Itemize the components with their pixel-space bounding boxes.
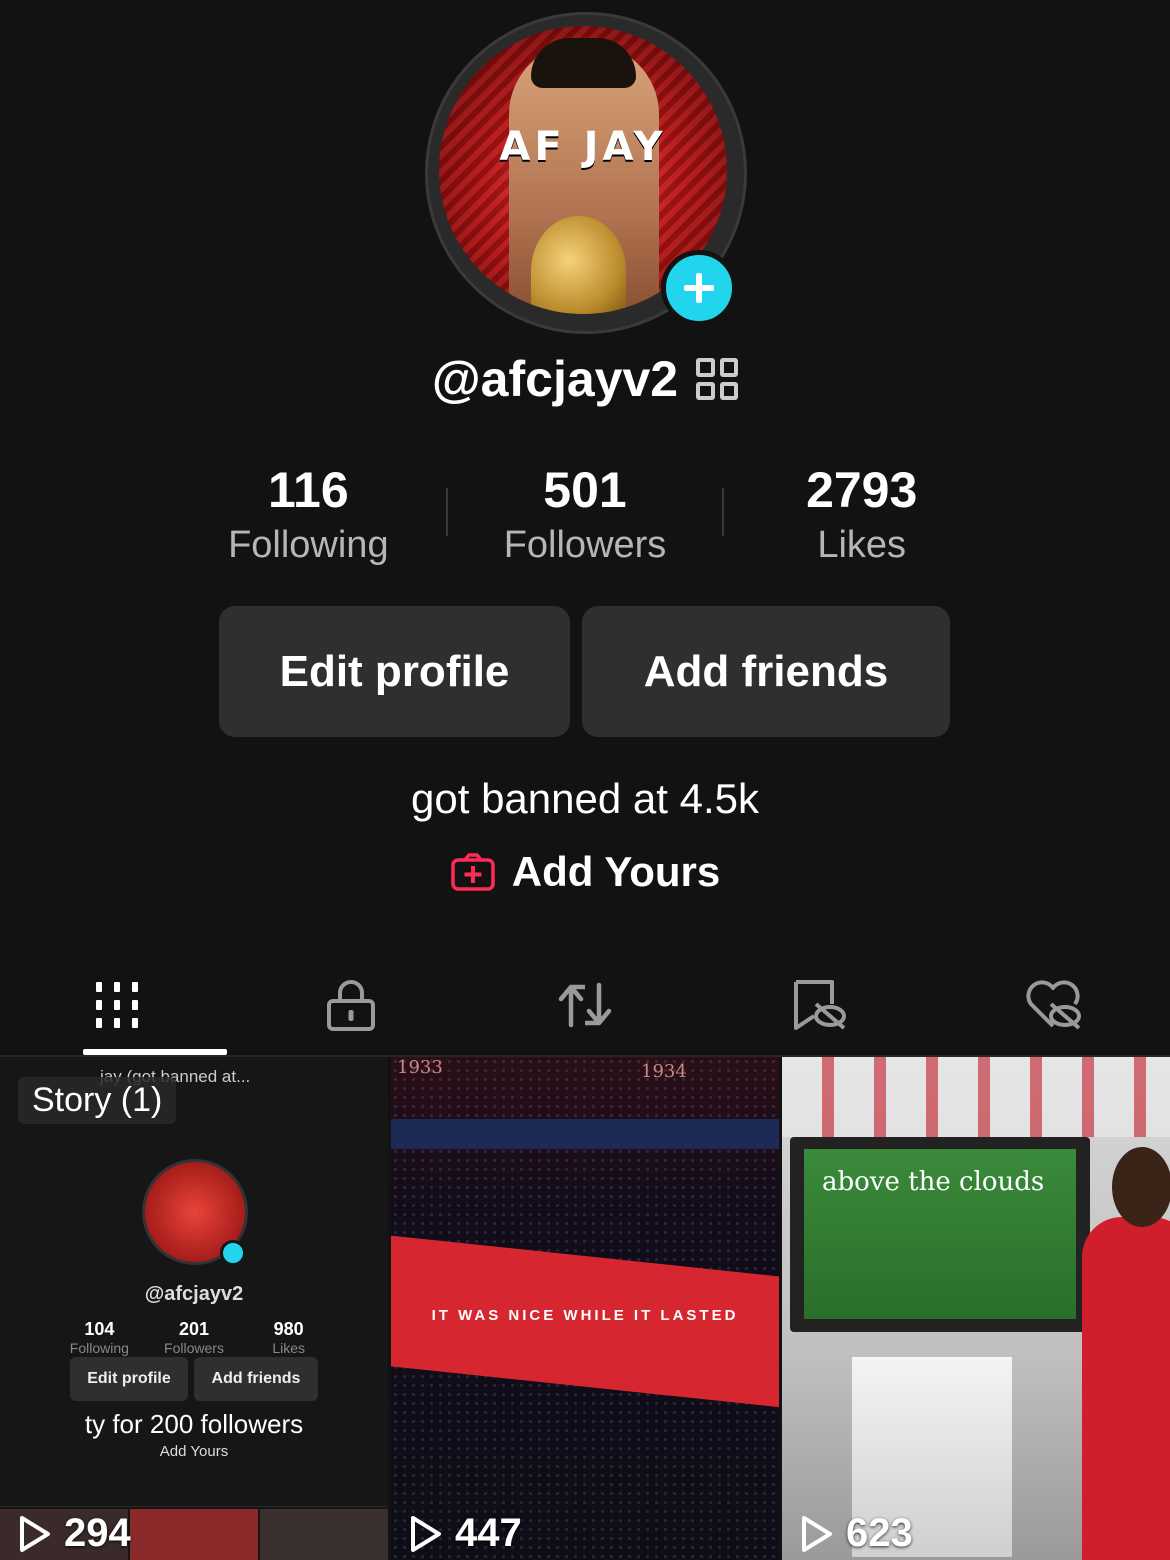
year-label: 1934 (641, 1061, 687, 1082)
mini-plus-badge (220, 1240, 246, 1266)
add-story-button[interactable] (661, 250, 737, 326)
stat-likes[interactable]: 2793 Likes (723, 462, 1000, 567)
view-count: 623 (800, 1511, 913, 1556)
following-count: 116 (268, 462, 349, 518)
username: @afcjayv2 (431, 351, 679, 407)
year-label: 1933 (397, 1057, 443, 1078)
profile-bio: got banned at 4.5k (411, 775, 759, 822)
mini-stat-value: 980 (273, 1319, 304, 1339)
tab-private[interactable] (234, 955, 468, 1055)
qr-code-icon[interactable] (696, 358, 739, 400)
followers-label: Followers (503, 524, 667, 566)
profile-avatar[interactable]: AF JAY (425, 12, 747, 334)
plus-icon (684, 273, 714, 303)
stat-followers[interactable]: 501 Followers (447, 462, 724, 567)
grid-icon (96, 982, 138, 1028)
liked-hidden-icon (1026, 980, 1081, 1030)
tab-liked[interactable] (936, 955, 1170, 1055)
profile-stats: 116 Following 501 Followers 2793 Likes (170, 462, 1000, 567)
view-count-value: 294 (64, 1511, 131, 1555)
tab-favorites[interactable] (702, 955, 936, 1055)
bookmark-hidden-icon (794, 980, 846, 1030)
likes-count: 2793 (806, 462, 918, 518)
tab-reposts[interactable] (468, 955, 702, 1055)
view-count: 447 (409, 1511, 522, 1556)
lock-icon (327, 980, 375, 1031)
add-yours-link[interactable]: Add Yours (0, 848, 1170, 896)
mini-stats: 104 Following 201 Followers 980 Likes (52, 1319, 336, 1356)
mini-edit-profile: Edit profile (70, 1357, 188, 1401)
video-thumbnail[interactable]: 1933 1934 IT WAS NICE WHILE IT LASTED 44… (391, 1057, 779, 1560)
player-head (1112, 1147, 1170, 1227)
stat-divider (446, 488, 448, 536)
mini-stat-label: Likes (272, 1340, 306, 1356)
video-overlay-text: above the clouds (822, 1167, 1045, 1197)
mini-stat-value: 104 (84, 1319, 115, 1339)
add-yours-label: Add Yours (511, 848, 721, 895)
following-label: Following (228, 524, 389, 566)
play-icon (411, 1515, 441, 1552)
player-figure (1082, 1217, 1170, 1560)
mini-add-friends: Add friends (194, 1357, 318, 1401)
mini-stat-label: Followers (164, 1340, 224, 1356)
edit-profile-button[interactable]: Edit profile (219, 606, 570, 737)
play-icon (20, 1515, 50, 1552)
video-thumbnail[interactable]: above the clouds 623 (782, 1057, 1170, 1560)
mini-username: @afcjayv2 (144, 1283, 244, 1305)
video-thumbnail[interactable]: jay (got banned at... Story (1) @afcjayv… (0, 1057, 388, 1560)
stat-divider (722, 488, 724, 536)
add-friends-button[interactable]: Add friends (582, 606, 950, 737)
repost-icon (558, 982, 612, 1028)
stat-following[interactable]: 116 Following (170, 462, 447, 567)
play-icon (802, 1515, 832, 1552)
add-yours-icon (451, 853, 495, 891)
sponsor-board (782, 1057, 1170, 1137)
followers-count: 501 (543, 462, 627, 518)
view-count-value: 623 (846, 1511, 913, 1555)
mini-stat-value: 201 (178, 1319, 210, 1339)
profile-tabs (0, 955, 1170, 1055)
mini-tabs (0, 1477, 388, 1507)
story-badge: Story (1) (18, 1077, 177, 1124)
video-grid: jay (got banned at... Story (1) @afcjayv… (0, 1057, 1170, 1560)
tab-videos[interactable] (0, 955, 234, 1055)
mini-bio: ty for 200 followers (84, 1409, 304, 1439)
mini-stat-label: Following (69, 1340, 129, 1356)
mini-add-yours: Add Yours (159, 1443, 229, 1460)
likes-label: Likes (817, 524, 907, 566)
username-row: @afcjayv2 (0, 350, 1170, 408)
view-count-value: 447 (455, 1511, 522, 1555)
video-overlay-text: IT WAS NICE WHILE IT LASTED (431, 1307, 739, 1324)
avatar-brand-text: AF JAY (499, 124, 667, 170)
stadium-sign (391, 1119, 779, 1149)
view-count: 294 (18, 1511, 131, 1556)
